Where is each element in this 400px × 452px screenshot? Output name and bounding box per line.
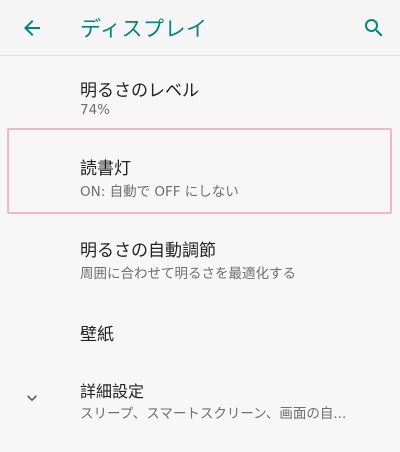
search-button[interactable] xyxy=(356,10,392,46)
night-light-title: 読書灯 xyxy=(80,159,131,179)
wallpaper-title: 壁紙 xyxy=(80,325,114,345)
chevron-down-icon xyxy=(27,395,37,402)
arrow-left-icon xyxy=(24,20,40,36)
brightness-level-title: 明るさのレベル xyxy=(80,81,199,101)
advanced-title: 詳細設定 xyxy=(80,382,145,401)
wallpaper-item[interactable]: 壁紙 xyxy=(0,300,400,362)
advanced-item[interactable]: 詳細設定 スリープ、スマートスクリーン、画面の自... xyxy=(0,366,400,436)
back-button[interactable] xyxy=(14,10,50,46)
brightness-level-item[interactable]: 明るさのレベル 74% xyxy=(0,62,400,128)
adaptive-brightness-item[interactable]: 明るさの自動調節 周囲に合わせて明るさを最適化する xyxy=(0,222,400,296)
app-bar: ディスプレイ xyxy=(0,0,400,56)
brightness-level-summary: 74% xyxy=(80,102,111,118)
advanced-summary: スリープ、スマートスクリーン、画面の自... xyxy=(80,406,347,422)
night-light-summary: ON: 自動で OFF にしない xyxy=(80,184,239,200)
search-icon xyxy=(365,19,383,37)
page-title: ディスプレイ xyxy=(80,17,208,41)
adaptive-brightness-summary: 周囲に合わせて明るさを最適化する xyxy=(80,266,296,282)
adaptive-brightness-title: 明るさの自動調節 xyxy=(80,241,216,261)
night-light-item[interactable]: 読書灯 ON: 自動で OFF にしない xyxy=(0,130,400,212)
